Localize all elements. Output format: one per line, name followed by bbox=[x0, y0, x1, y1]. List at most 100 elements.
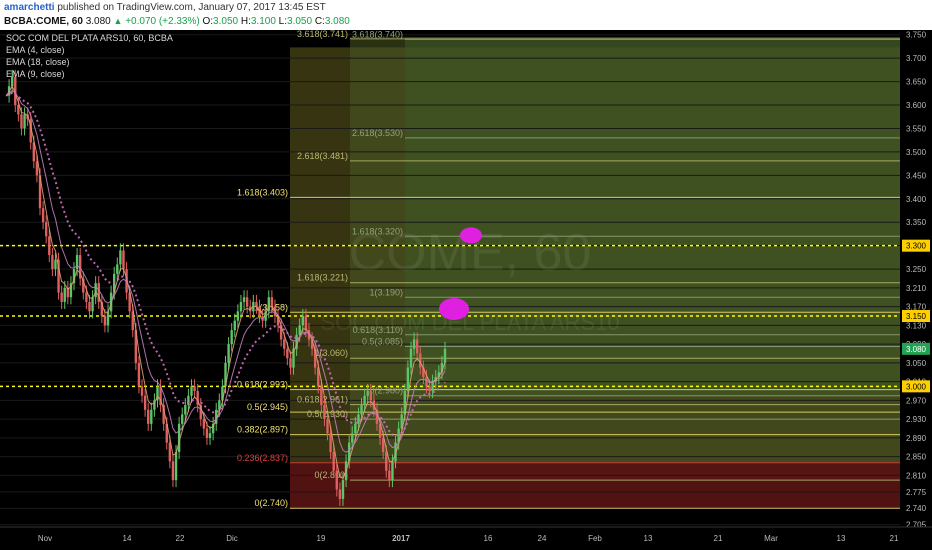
candle-body bbox=[415, 339, 419, 354]
candle-body bbox=[171, 461, 175, 481]
candle-body bbox=[329, 433, 332, 452]
fib-a-label: 0.382(2.897) bbox=[237, 425, 288, 435]
candle-body bbox=[286, 348, 289, 359]
candle-body bbox=[431, 381, 434, 392]
fib-a-label: 0.5(2.945) bbox=[247, 402, 288, 412]
time-tick-label: 13 bbox=[837, 534, 846, 543]
open-label: O: bbox=[202, 16, 214, 27]
candle-body bbox=[351, 433, 354, 443]
candle-body bbox=[184, 405, 187, 415]
price-change: +0.070 (+2.33%) bbox=[125, 16, 200, 27]
candle-body bbox=[242, 297, 246, 302]
candle-body bbox=[116, 264, 119, 274]
price-axis[interactable]: 3.750 3.700 3.650 3.600 3.550 3.500 3.450 3.400… bbox=[900, 30, 932, 530]
candle-body bbox=[304, 316, 308, 331]
price-tick-label: 3.450 bbox=[906, 171, 927, 180]
candle-body bbox=[233, 320, 236, 331]
author-link[interactable]: amarchetti bbox=[4, 2, 55, 13]
candle-body bbox=[332, 451, 335, 471]
time-tick-label: Mar bbox=[764, 534, 778, 543]
candle-body bbox=[20, 114, 23, 129]
candle-body bbox=[227, 344, 230, 363]
legend-ema-9[interactable]: EMA (9, close) bbox=[6, 69, 65, 79]
fib-b-label: 1.618(3.221) bbox=[297, 273, 348, 283]
candle-body bbox=[298, 325, 301, 335]
time-axis-bg bbox=[0, 527, 932, 550]
fib-c-label: 0.618(3.110) bbox=[353, 325, 403, 335]
time-tick-label: 21 bbox=[714, 534, 723, 543]
price-tick-label: 3.210 bbox=[906, 284, 927, 293]
candle-body bbox=[190, 386, 193, 396]
price-tick-label: 2.775 bbox=[906, 488, 927, 497]
candle-body bbox=[270, 297, 274, 307]
close-label: C: bbox=[314, 16, 325, 27]
target-marker-top bbox=[460, 227, 482, 244]
top-info-bar: amarchetti published on TradingView.com,… bbox=[0, 0, 932, 30]
candle-body bbox=[85, 292, 88, 302]
candle-body bbox=[341, 480, 345, 499]
fib-a-label: 0(2.740) bbox=[254, 498, 288, 508]
last-price: 3.080 bbox=[85, 16, 111, 27]
time-tick-label: 2017 bbox=[392, 534, 410, 543]
candle-body bbox=[94, 283, 97, 298]
candle-body bbox=[60, 292, 63, 302]
high-value: 3.100 bbox=[250, 16, 276, 27]
candle-body bbox=[202, 419, 206, 429]
low-value: 3.050 bbox=[287, 16, 313, 27]
fib-a-label: 1.618(3.403) bbox=[237, 187, 288, 197]
candle-body bbox=[51, 255, 54, 270]
candle-body bbox=[239, 301, 243, 312]
candle-body bbox=[23, 114, 26, 129]
price-tick-label: 3.500 bbox=[906, 148, 927, 157]
candle-body bbox=[236, 311, 240, 321]
time-axis[interactable]: Nov 14 22 Dic 19 2017 16 24 Feb 13 21 Mar 13 21 bbox=[0, 526, 932, 550]
candle-body bbox=[354, 423, 357, 434]
candle-body bbox=[412, 339, 416, 349]
price-tick-label: 2.810 bbox=[906, 471, 927, 480]
candle-body bbox=[320, 386, 323, 406]
legend-title: SOC COM DEL PLATA ARS10, 60, BCBA bbox=[6, 33, 173, 43]
fib-zone-green bbox=[405, 37, 900, 396]
candle-body bbox=[443, 348, 447, 363]
legend-ema-4[interactable]: EMA (4, close) bbox=[6, 45, 65, 55]
candle-body bbox=[103, 316, 107, 326]
candle-body bbox=[409, 348, 413, 368]
price-tick-label: 2.970 bbox=[906, 396, 927, 405]
candle-body bbox=[369, 391, 373, 401]
candle-body bbox=[174, 451, 178, 481]
candle-body bbox=[406, 367, 410, 392]
price-tick-label: 3.700 bbox=[906, 54, 927, 63]
legend-ema-18[interactable]: EMA (18, close) bbox=[6, 57, 70, 67]
price-tick-label: 2.850 bbox=[906, 453, 927, 462]
candle-body bbox=[150, 409, 153, 424]
candle-body bbox=[366, 391, 369, 396]
up-arrow-icon: ▲ bbox=[113, 16, 123, 26]
candle-body bbox=[44, 222, 48, 237]
fib-b-label: 2.618(3.481) bbox=[297, 151, 348, 161]
candle-body bbox=[181, 414, 184, 424]
price-tick-label: 2.890 bbox=[906, 434, 927, 443]
time-tick-label: Nov bbox=[38, 534, 52, 543]
candle-body bbox=[357, 414, 360, 424]
candle-body bbox=[301, 316, 304, 326]
candle-body bbox=[385, 451, 388, 471]
price-chart[interactable]: COME, 60 SOC COM DEL PLATA ARS10 1.618(3… bbox=[0, 30, 932, 550]
fib-c-label: 0(2.980) bbox=[369, 386, 403, 396]
candle-body bbox=[428, 386, 431, 392]
time-tick-label: 21 bbox=[890, 534, 899, 543]
price-tick-label: 2.930 bbox=[906, 415, 927, 424]
symbol-label: BCBA:COME, 60 bbox=[4, 16, 83, 27]
symbol-ohlc-line: BCBA:COME, 60 3.080 ▲ +0.070 (+2.33%) O:… bbox=[4, 16, 350, 27]
price-tick-label: 3.600 bbox=[906, 101, 927, 110]
price-tick-label: 3.650 bbox=[906, 78, 927, 87]
candle-body bbox=[91, 297, 94, 312]
candle-body bbox=[75, 255, 79, 270]
price-tag-label: 3.080 bbox=[906, 345, 927, 354]
price-tick-label: 3.130 bbox=[906, 321, 927, 330]
fib-a-label: 0.618(2.993) bbox=[237, 380, 288, 390]
fib-b-label: 3.618(3.741) bbox=[297, 30, 348, 39]
candle-body bbox=[119, 250, 122, 265]
candle-body bbox=[230, 330, 233, 345]
time-tick-label: 14 bbox=[123, 534, 132, 543]
fib-c-label: 1(3.190) bbox=[369, 287, 403, 297]
